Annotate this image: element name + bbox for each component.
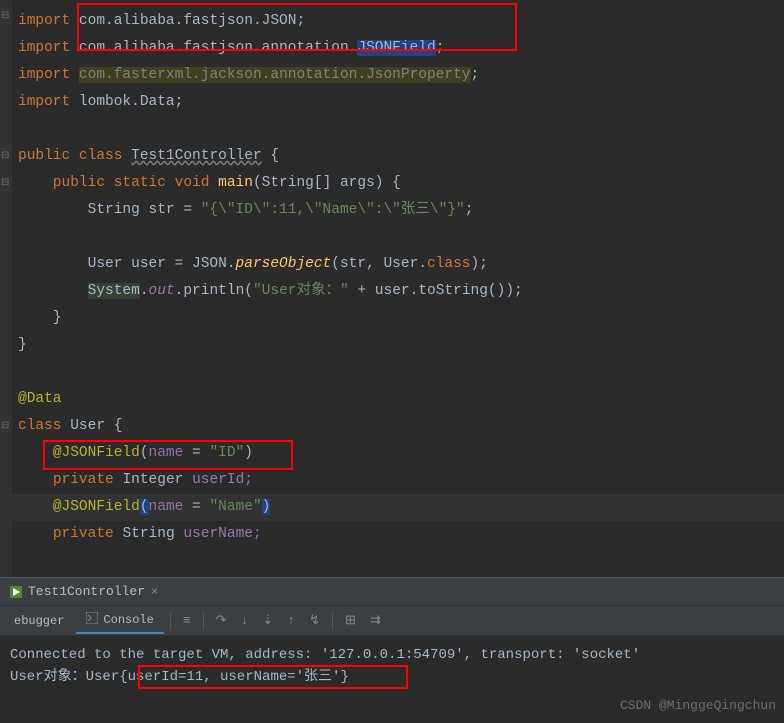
tab-debugger[interactable]: ebugger	[4, 610, 74, 632]
separator	[203, 612, 204, 630]
code-line[interactable]: User user = JSON.parseObject(str, User.c…	[0, 251, 784, 278]
fold-icon[interactable]: ⊟	[1, 10, 11, 20]
step-into-icon[interactable]: ↓	[235, 609, 255, 632]
tab-bar: Test1Controller ×	[0, 578, 784, 606]
fold-icon[interactable]: ⊟	[1, 420, 11, 430]
run-config-icon	[10, 586, 22, 598]
step-out-icon[interactable]: ↑	[281, 609, 301, 632]
code-line[interactable]: @JSONField(name = "Name")	[0, 494, 784, 521]
code-line[interactable]: public static void main(String[] args) {	[0, 170, 784, 197]
code-line[interactable]: System.out.println("User对象：" + user.toSt…	[0, 278, 784, 305]
code-line[interactable]: private String userName;	[0, 521, 784, 548]
drop-frame-icon[interactable]: ↯	[303, 609, 326, 632]
code-line[interactable]: public class Test1Controller {	[0, 143, 784, 170]
fold-icon[interactable]: ⊟	[1, 150, 11, 160]
toolbar: ebugger Console ≡ ↷ ↓ ⇣ ↑ ↯ ⊞ ⇉	[0, 606, 784, 636]
code-line[interactable]: @JSONField(name = "ID")	[0, 440, 784, 467]
fold-icon[interactable]: ⊟	[1, 177, 11, 187]
console-icon	[86, 612, 98, 628]
console-line: User对象：User{userId=11, userName='张三'}	[10, 666, 774, 688]
console-line: Connected to the target VM, address: '12…	[10, 644, 774, 666]
watermark: CSDN @MinggeQingchun	[620, 695, 776, 717]
output-icon[interactable]: ≡	[177, 609, 197, 632]
code-line[interactable]: import com.alibaba.fastjson.annotation.J…	[0, 35, 784, 62]
code-line[interactable]: }	[0, 332, 784, 359]
code-line[interactable]: private Integer userId;	[0, 467, 784, 494]
step-over-icon[interactable]: ↷	[210, 609, 233, 632]
tab-console[interactable]: Console	[76, 608, 163, 634]
code-line[interactable]	[0, 359, 784, 386]
code-line[interactable]: class User {	[0, 413, 784, 440]
force-step-icon[interactable]: ⇣	[256, 609, 279, 632]
run-panel: Test1Controller × ebugger Console ≡ ↷ ↓ …	[0, 577, 784, 722]
tab-test1controller[interactable]: Test1Controller ×	[0, 580, 168, 603]
gutter: ⊟ ⊟ ⊟ ⊟	[0, 0, 12, 577]
code-line[interactable]: String str = "{\"ID\":11,\"Name\":\"张三\"…	[0, 197, 784, 224]
code-line[interactable]	[0, 224, 784, 251]
separator	[170, 612, 171, 630]
code-editor[interactable]: ⊟ ⊟ ⊟ ⊟ import com.alibaba.fastjson.JSON…	[0, 0, 784, 577]
code-line[interactable]: }	[0, 305, 784, 332]
code-line[interactable]: import com.fasterxml.jackson.annotation.…	[0, 62, 784, 89]
code-line[interactable]: @Data	[0, 386, 784, 413]
code-line[interactable]: import com.alibaba.fastjson.JSON;	[0, 8, 784, 35]
separator	[332, 612, 333, 630]
code-line[interactable]	[0, 116, 784, 143]
console-output[interactable]: Connected to the target VM, address: '12…	[0, 636, 784, 723]
tab-label: Test1Controller	[28, 584, 145, 599]
trace-icon[interactable]: ⇉	[364, 609, 387, 632]
evaluate-icon[interactable]: ⊞	[339, 609, 362, 632]
close-icon[interactable]: ×	[151, 585, 158, 599]
code-line[interactable]: import lombok.Data;	[0, 89, 784, 116]
